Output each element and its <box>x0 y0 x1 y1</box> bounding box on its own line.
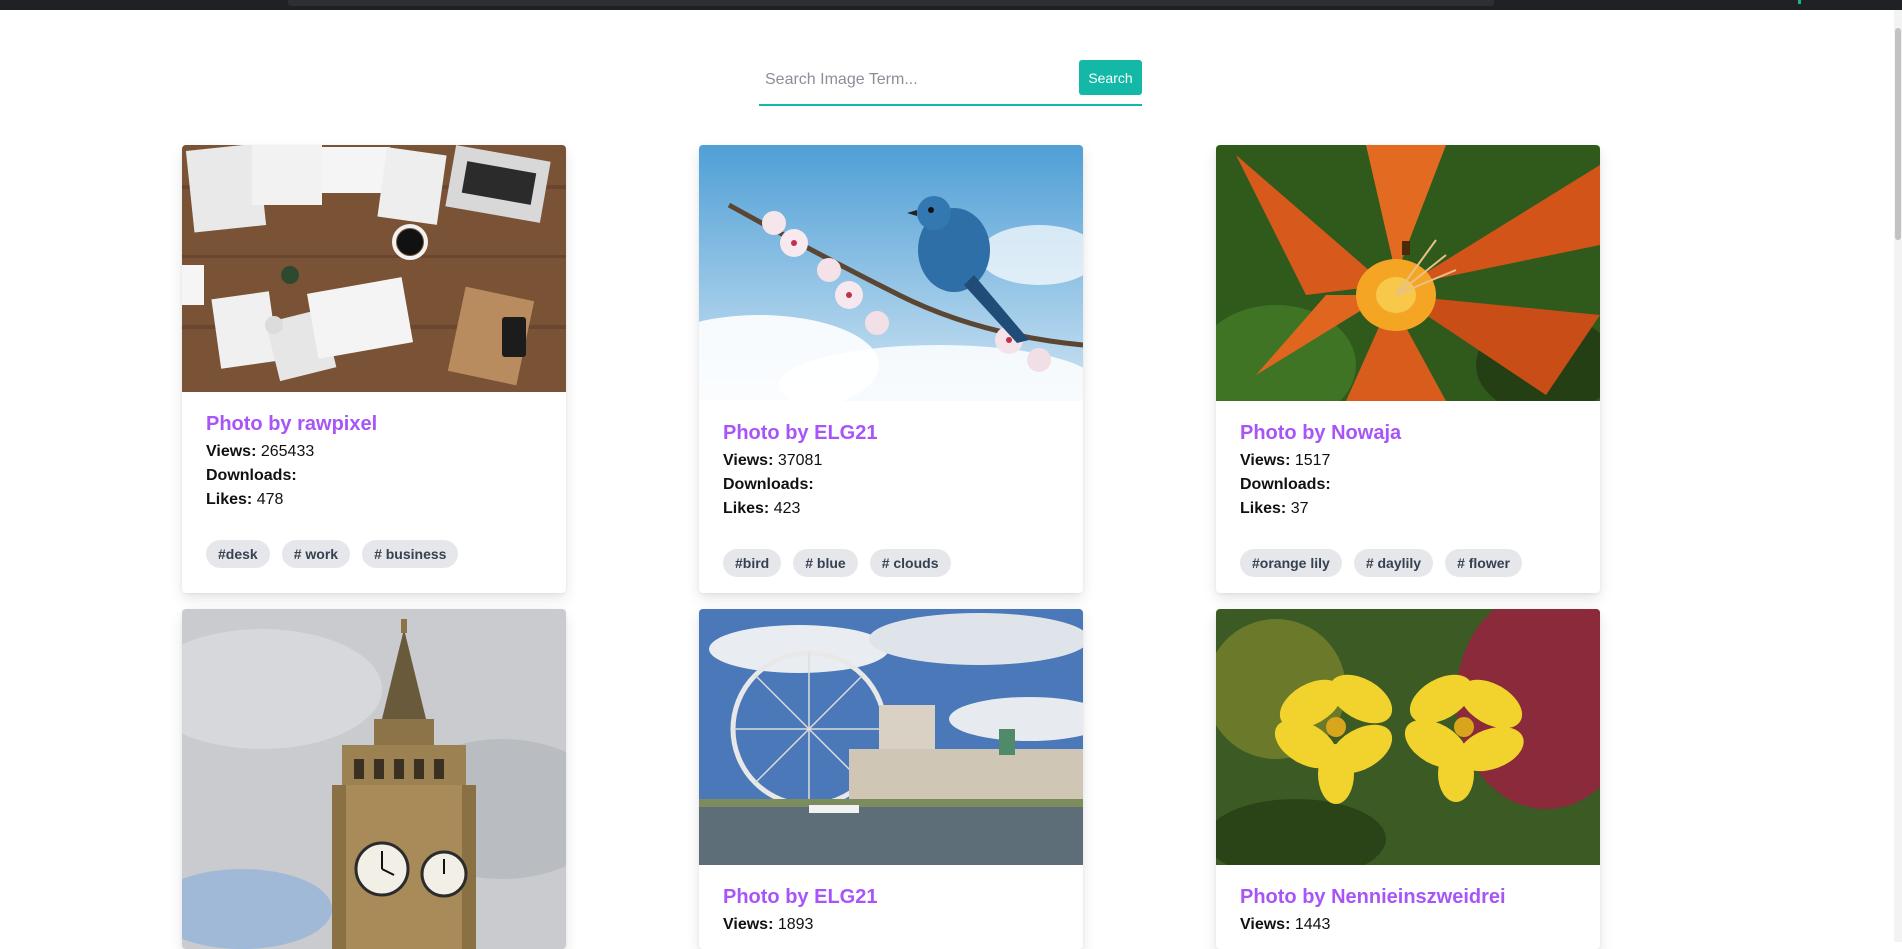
views-label: Views: <box>723 916 774 933</box>
card-image-desk <box>182 145 566 392</box>
tag-chip[interactable]: # work <box>281 540 351 568</box>
views-stat: Views: 1443 <box>1240 913 1506 937</box>
downloads-stat: Downloads: <box>206 464 377 488</box>
card-title: Photo by ELG21 <box>723 886 878 908</box>
image-card: Photo by rawpixel Views: 265433 Download… <box>182 145 566 593</box>
views-label: Views: <box>1240 452 1291 469</box>
views-value: 1893 <box>777 916 814 933</box>
likes-value: 478 <box>256 491 284 508</box>
scrollbar-thumb[interactable] <box>1895 28 1901 240</box>
views-label: Views: <box>1240 916 1291 933</box>
views-value: 1443 <box>1294 916 1331 933</box>
search-button[interactable]: Search <box>1079 60 1142 95</box>
likes-stat: Likes: 478 <box>206 488 377 512</box>
tag-chip[interactable]: # daylily <box>1353 549 1434 577</box>
browser-top-bar <box>0 0 1902 10</box>
tag-chip[interactable]: # flower <box>1445 549 1522 577</box>
image-card: Photo by ELG21 Views: 1893 <box>699 609 1083 949</box>
tag-list: #bird # blue # clouds <box>723 549 951 577</box>
likes-label: Likes: <box>1240 500 1287 517</box>
views-label: Views: <box>206 443 257 460</box>
downloads-label: Downloads: <box>1240 476 1331 493</box>
likes-label: Likes: <box>723 500 770 517</box>
downloads-label: Downloads: <box>723 476 814 493</box>
card-image-london-eye <box>699 609 1083 865</box>
downloads-stat: Downloads: <box>1240 473 1401 497</box>
likes-stat: Likes: 423 <box>723 497 877 521</box>
search-form: Search <box>759 58 1142 106</box>
tag-chip[interactable]: #desk <box>206 540 270 568</box>
card-image-bird <box>699 145 1083 401</box>
downloads-stat: Downloads: <box>723 473 877 497</box>
views-value: 37081 <box>777 452 823 469</box>
card-image-clock-tower <box>182 609 566 949</box>
downloads-label: Downloads: <box>206 467 297 484</box>
views-stat: Views: 37081 <box>723 449 877 473</box>
image-card: Photo by Nennieinszweidrei Views: 1443 <box>1216 609 1600 949</box>
card-image-lily <box>1216 145 1600 401</box>
views-value: 265433 <box>260 443 315 460</box>
tag-list: #desk # work # business <box>206 540 459 568</box>
tag-chip[interactable]: # blue <box>793 549 858 577</box>
views-stat: Views: 1893 <box>723 913 877 937</box>
views-label: Views: <box>723 452 774 469</box>
search-input[interactable] <box>759 58 1069 102</box>
card-title: Photo by Nennieinszweidrei <box>1240 886 1506 908</box>
tag-chip[interactable]: # business <box>362 540 459 568</box>
image-card: Photo by ELG21 Views: 37081 Downloads: L… <box>699 145 1083 593</box>
tag-chip[interactable]: #orange lily <box>1240 549 1342 577</box>
views-value: 1517 <box>1294 452 1331 469</box>
tag-chip[interactable]: #bird <box>723 549 782 577</box>
likes-label: Likes: <box>206 491 253 508</box>
views-stat: Views: 265433 <box>206 440 377 464</box>
likes-stat: Likes: 37 <box>1240 497 1401 521</box>
top-bar-strip <box>288 0 1494 6</box>
page-scrollbar[interactable] <box>1894 10 1902 942</box>
likes-value: 423 <box>773 500 801 517</box>
likes-value: 37 <box>1290 500 1309 517</box>
views-stat: Views: 1517 <box>1240 449 1401 473</box>
tag-chip[interactable]: # clouds <box>869 549 951 577</box>
card-title: Photo by ELG21 <box>723 422 878 444</box>
image-card <box>182 609 566 949</box>
card-title: Photo by rawpixel <box>206 413 378 435</box>
card-title: Photo by Nowaja <box>1240 422 1402 444</box>
top-bar-indicator <box>1798 0 1801 4</box>
card-image-yellow-flower <box>1216 609 1600 865</box>
tag-list: #orange lily # daylily # flower <box>1240 549 1522 577</box>
image-card: Photo by Nowaja Views: 1517 Downloads: L… <box>1216 145 1600 593</box>
